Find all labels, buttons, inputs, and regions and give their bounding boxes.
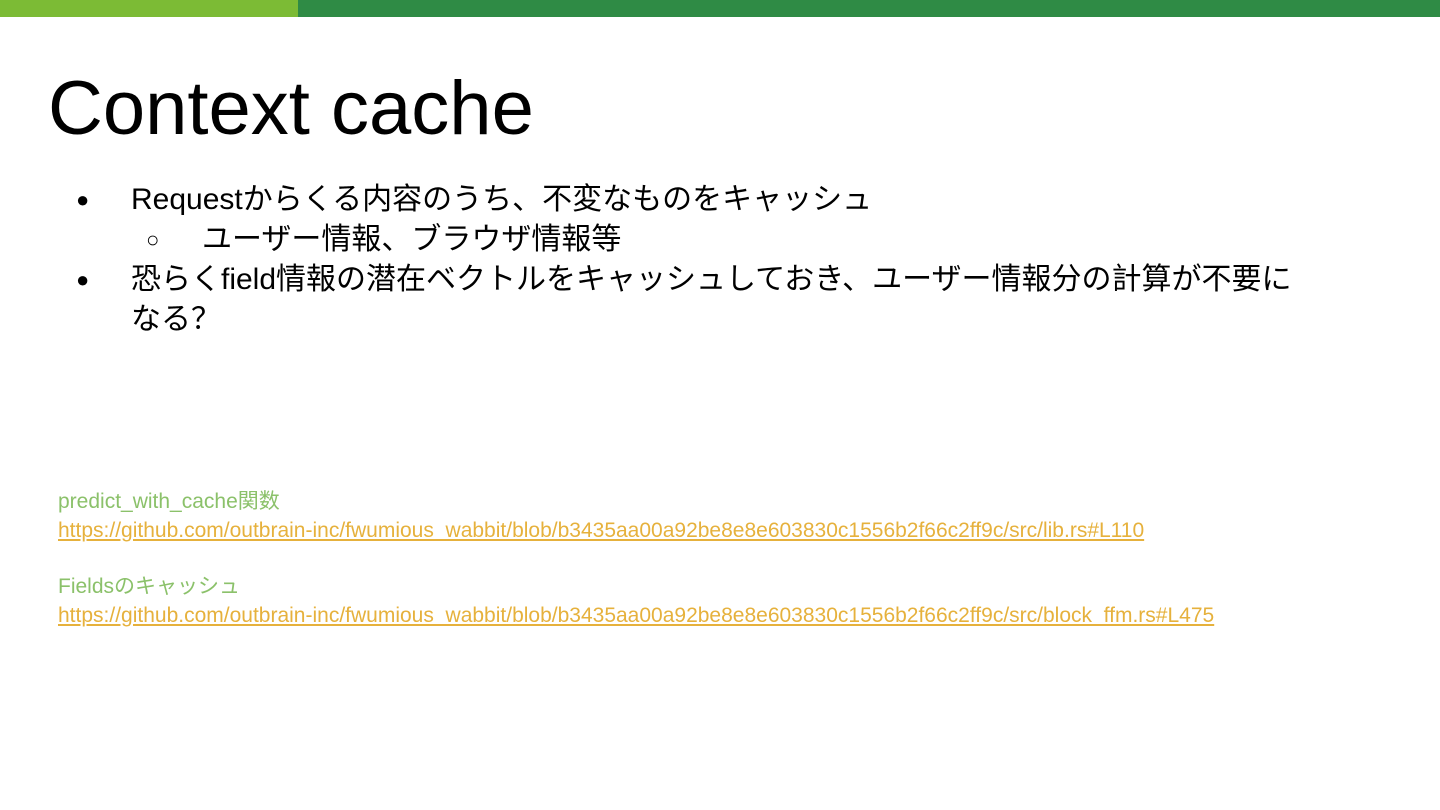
bullet-text: Requestからくる内容のうち、不変なものをキャッシュ	[131, 183, 873, 216]
reference-spacer	[58, 545, 1428, 572]
bullet-marker: ●	[76, 187, 90, 212]
reference-link[interactable]: https://github.com/outbrain-inc/fwumious…	[58, 516, 1428, 545]
top-accent-bar	[0, 0, 1440, 17]
reference-label: Fieldsのキャッシュ	[58, 575, 241, 598]
sub-bullet-item: ○ ユーザー情報、ブラウザ情報等	[76, 220, 1316, 260]
bullet-text: 恐らくfield情報の潜在ベクトルをキャッシュしておき、ユーザー情報分の計算が不…	[131, 263, 1292, 336]
reference-links: predict_with_cache関数 https://github.com/…	[58, 487, 1428, 630]
accent-bar-dark-green	[298, 0, 1440, 17]
slide-title: Context cache	[48, 66, 534, 151]
bullet-marker: ●	[76, 267, 90, 292]
sub-bullet-text: ユーザー情報、ブラウザ情報等	[202, 223, 622, 256]
reference-label: predict_with_cache関数	[58, 490, 280, 513]
sub-bullet-marker: ○	[146, 227, 160, 252]
bullet-item: ● Requestからくる内容のうち、不変なものをキャッシュ	[76, 180, 1316, 220]
reference-link[interactable]: https://github.com/outbrain-inc/fwumious…	[58, 601, 1428, 630]
bullet-list: ● Requestからくる内容のうち、不変なものをキャッシュ ○ ユーザー情報、…	[76, 180, 1316, 340]
accent-bar-light-green	[0, 0, 298, 17]
bullet-item: ● 恐らくfield情報の潜在ベクトルをキャッシュしておき、ユーザー情報分の計算…	[76, 260, 1316, 340]
